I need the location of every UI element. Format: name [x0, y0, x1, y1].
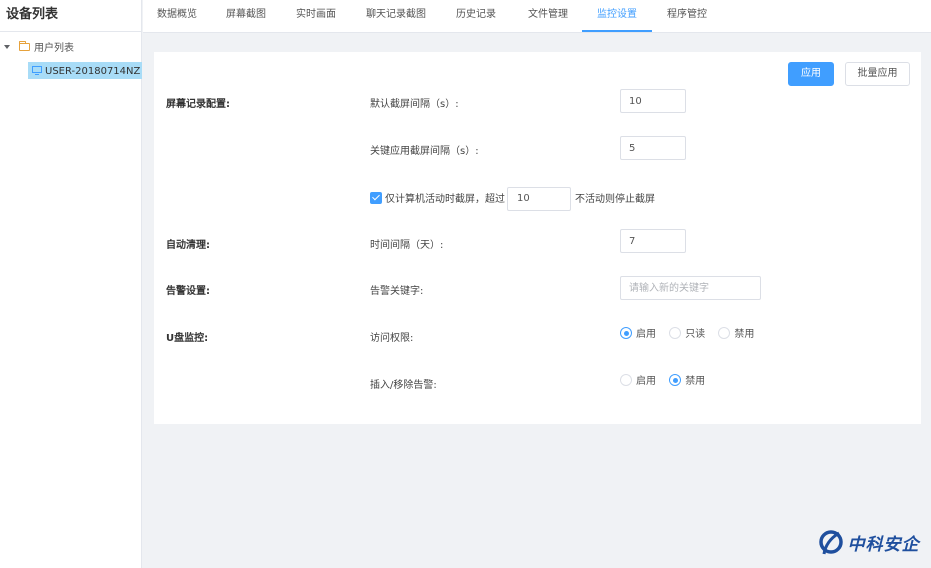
access-radio-group: 启用 只读 禁用 [620, 327, 764, 343]
tree-node-label: 用户列表 [34, 43, 74, 54]
tab-bar: 数据概览 屏幕截图 实时画面 聊天记录截图 历史记录 文件管理 监控设置 程序管… [143, 0, 931, 33]
radio-circle [718, 327, 731, 339]
active-only-row: 仅计算机活动时截屏，超过 10 不活动则停止截屏 [370, 187, 655, 211]
settings-panel: 应用 批量应用 屏幕记录配置: 默认截屏间隔（s）: 关键应用截屏间隔（s）: … [154, 52, 921, 424]
active-only-prefix: 仅计算机活动时截屏，超过 [385, 194, 505, 205]
tab-live-view[interactable]: 实时画面 [296, 0, 336, 32]
keyword-input[interactable] [620, 276, 761, 300]
radio-label: 禁用 [685, 376, 706, 387]
section-auto-clean: 自动清理: [166, 240, 210, 251]
access-radio-enable[interactable]: 启用 [620, 327, 656, 343]
tree-node-device[interactable]: USER-20180714NZ [28, 62, 142, 79]
device-sidebar: 设备列表 用户列表 USER-20180714NZ [0, 0, 142, 568]
tab-chat-screenshots[interactable]: 聊天记录截图 [366, 0, 426, 32]
radio-label: 启用 [636, 329, 656, 340]
section-screen-record: 屏幕记录配置: [166, 99, 230, 110]
sidebar-title: 设备列表 [0, 0, 141, 32]
key-app-interval-label: 关键应用截屏间隔（s）: [370, 146, 479, 157]
active-only-checkbox[interactable] [370, 192, 382, 204]
apply-button[interactable]: 应用 [788, 62, 834, 86]
plug-alert-radio-group: 启用 禁用 [620, 374, 715, 390]
radio-label: 只读 [685, 329, 706, 340]
default-interval-input[interactable] [620, 89, 686, 113]
plug-radio-enable[interactable]: 启用 [620, 374, 656, 390]
inactive-minutes-input[interactable]: 10 [507, 187, 571, 211]
brand-name: 中科安企 [847, 534, 920, 555]
access-radio-disable[interactable]: 禁用 [718, 327, 754, 343]
section-alert: 告警设置: [166, 286, 210, 297]
access-radio-readonly[interactable]: 只读 [669, 327, 705, 343]
device-label: USER-20180714NZ [45, 66, 141, 77]
tab-history[interactable]: 历史记录 [456, 0, 496, 32]
radio-circle [669, 374, 682, 386]
tab-file-management[interactable]: 文件管理 [528, 0, 568, 32]
monitor-icon [32, 65, 42, 75]
active-only-suffix: 不活动则停止截屏 [575, 194, 655, 205]
folder-icon [19, 41, 30, 51]
radio-circle [620, 327, 632, 339]
radio-label: 禁用 [734, 329, 755, 340]
key-app-interval-input[interactable] [620, 136, 686, 160]
radio-label: 启用 [636, 376, 656, 387]
tree-node-user-list[interactable]: 用户列表 [4, 40, 74, 56]
section-usb: U盘监控: [166, 333, 209, 344]
clean-interval-input[interactable] [620, 229, 686, 253]
access-label: 访问权限: [370, 333, 414, 344]
batch-apply-button[interactable]: 批量应用 [845, 62, 910, 86]
tab-program-control[interactable]: 程序管控 [667, 0, 707, 32]
brand-logo: 中科安企 [818, 529, 920, 559]
clean-interval-label: 时间间隔（天）: [370, 240, 444, 251]
radio-circle [669, 327, 682, 339]
tab-data-overview[interactable]: 数据概览 [157, 0, 197, 32]
tab-monitor-settings[interactable]: 监控设置 [582, 0, 652, 32]
caret-down-icon[interactable] [4, 45, 10, 49]
keyword-label: 告警关键字: [370, 286, 424, 297]
plug-radio-disable[interactable]: 禁用 [669, 374, 705, 390]
default-interval-label: 默认截屏间隔（s）: [370, 99, 459, 110]
radio-circle [620, 374, 632, 386]
brand-mark-icon [819, 530, 843, 555]
plug-alert-label: 插入/移除告警: [370, 380, 437, 391]
tab-screenshots[interactable]: 屏幕截图 [226, 0, 266, 32]
